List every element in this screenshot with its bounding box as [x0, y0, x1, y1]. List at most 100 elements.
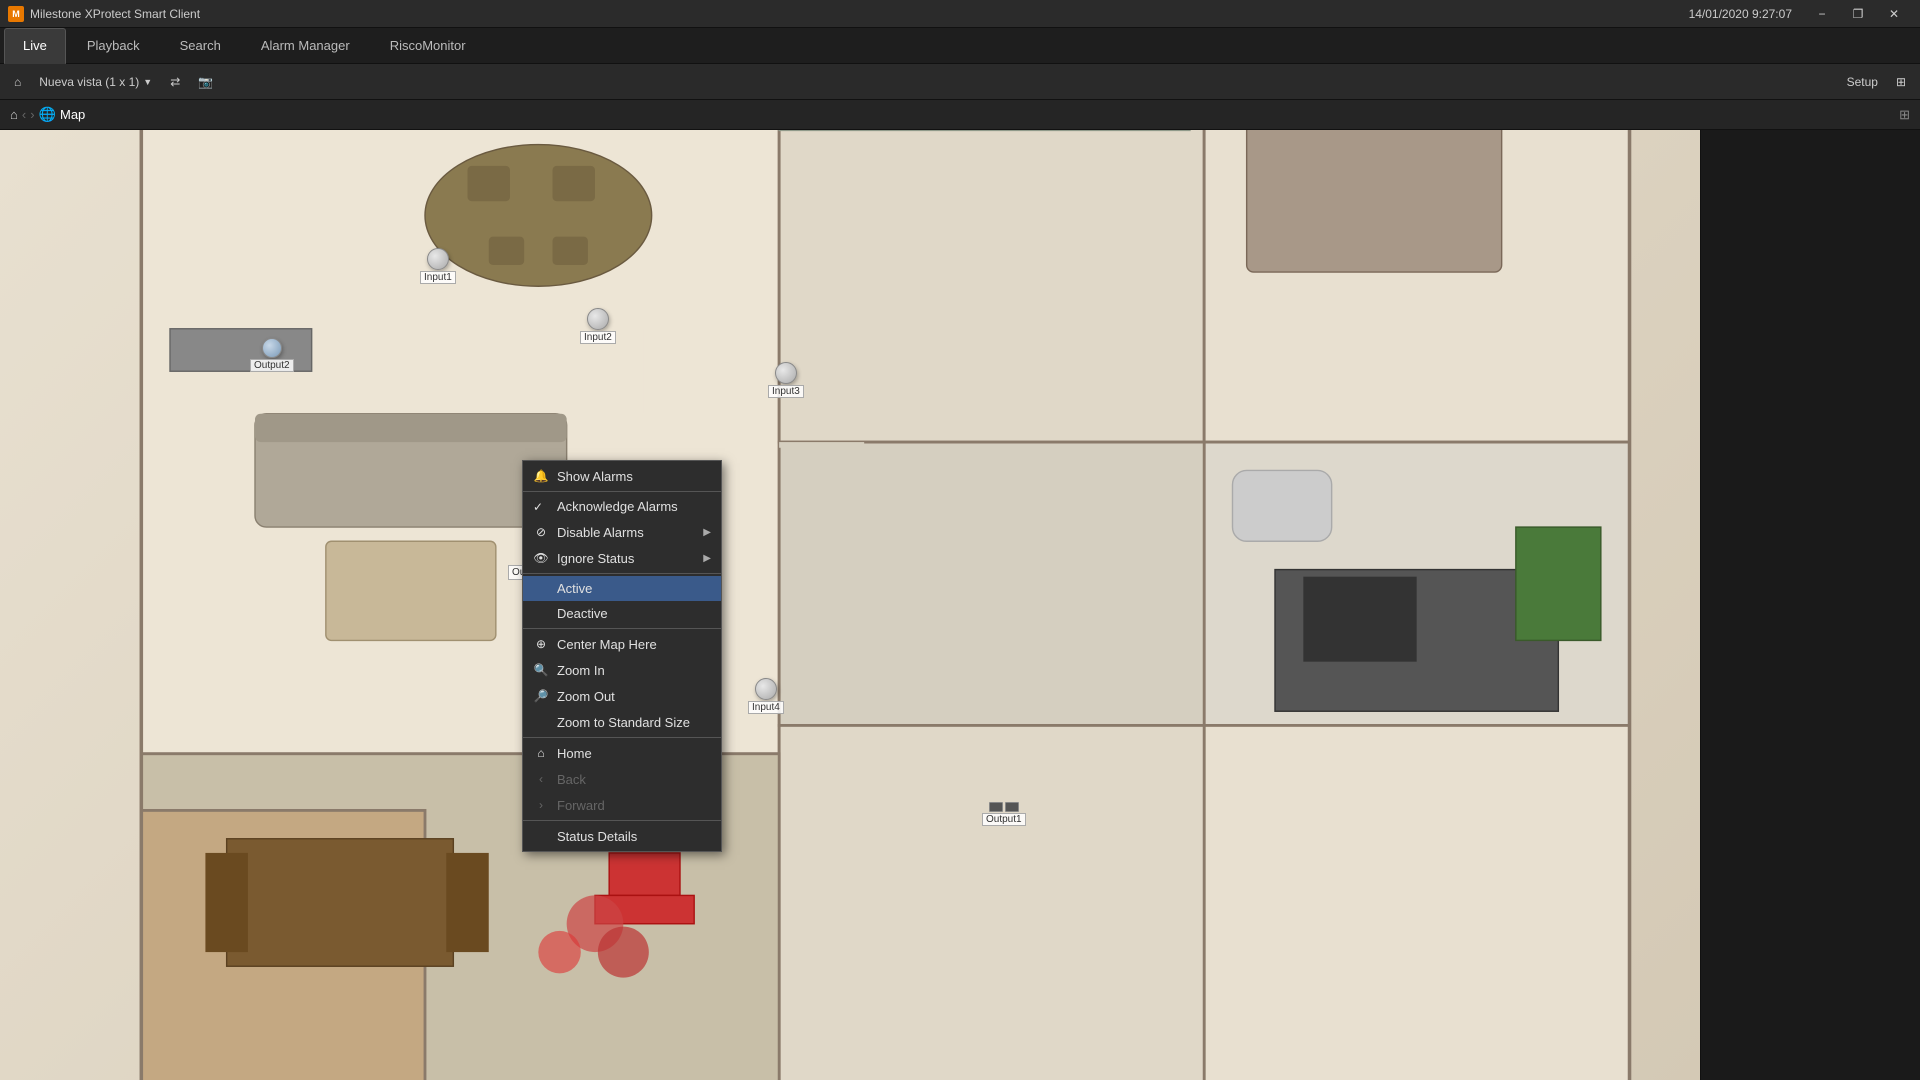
grid-layout-icon[interactable]: ⊞	[1899, 107, 1910, 122]
no-icon2: ✓	[533, 607, 549, 621]
marker-label-input4: Input4	[748, 701, 784, 714]
grid-icon: ⊞	[1896, 75, 1906, 89]
disable-icon: ⊘	[533, 524, 549, 540]
nav-bar: Live Playback Search Alarm Manager Risco…	[0, 28, 1920, 64]
zoom-out-icon: 🔎	[533, 688, 549, 704]
ctx-back[interactable]: ‹ Back	[523, 766, 721, 792]
alarm-icon: 🔔	[533, 468, 549, 484]
ctx-home-label: Home	[557, 746, 592, 761]
no-icon4	[533, 828, 549, 844]
ctx-sep1	[523, 491, 721, 492]
check-icon: ✓	[533, 500, 549, 514]
breadcrumb-right: ⊞	[1899, 107, 1910, 123]
ctx-ignore-label: Ignore Status	[557, 551, 634, 566]
ctx-zoom-in-label: Zoom In	[557, 663, 605, 678]
zoom-in-icon: 🔍	[533, 662, 549, 678]
view-swap-button[interactable]: ⇄	[164, 73, 186, 91]
datetime: 14/01/2020 9:27:07	[1689, 7, 1792, 21]
tab-playback[interactable]: Playback	[68, 28, 159, 64]
floorplan-svg	[0, 130, 1700, 1080]
marker-ball-input1	[427, 248, 449, 270]
ctx-status-details[interactable]: Status Details	[523, 823, 721, 849]
ctx-zoom-in[interactable]: 🔍 Zoom In	[523, 657, 721, 683]
restore-button[interactable]: ❐	[1840, 0, 1876, 28]
crosshair-icon: ⊕	[533, 636, 549, 652]
ctx-sep3	[523, 628, 721, 629]
forward-icon: ›	[533, 797, 549, 813]
ignore-icon: 👁	[533, 550, 549, 566]
marker-output2[interactable]: Output2	[250, 338, 294, 372]
ctx-sep5	[523, 820, 721, 821]
marker-label-input1: Input1	[420, 271, 456, 284]
marker-input3[interactable]: Input3	[768, 362, 804, 398]
ctx-forward-label: Forward	[557, 798, 605, 813]
grid-button[interactable]: ⊞	[1890, 73, 1912, 91]
camera-icon: 📷	[198, 75, 213, 89]
breadcrumb-bar: ⌂ ‹ › 🌐 Map ⊞	[0, 100, 1920, 130]
ctx-show-alarms[interactable]: 🔔 Show Alarms	[523, 463, 721, 489]
ctx-ignore-status[interactable]: 👁 Ignore Status ▶	[523, 545, 721, 571]
ctx-center-map[interactable]: ⊕ Center Map Here	[523, 631, 721, 657]
marker-output1[interactable]: Output1	[982, 802, 1026, 826]
ctx-sep4	[523, 737, 721, 738]
tab-risco[interactable]: RiscoMonitor	[371, 28, 485, 64]
home-view-icon[interactable]: ⌂	[8, 73, 27, 91]
marker-input2[interactable]: Input2	[580, 308, 616, 344]
view-label: Nueva vista (1 x 1)	[39, 75, 139, 89]
ctx-zoom-standard[interactable]: Zoom to Standard Size	[523, 709, 721, 735]
tab-live[interactable]: Live	[4, 28, 66, 64]
map-area[interactable]: Input1 Input2 Input3 Input4 Output1	[0, 130, 1700, 1080]
view-selector[interactable]: Nueva vista (1 x 1) ▼	[33, 73, 158, 91]
ctx-forward[interactable]: › Forward	[523, 792, 721, 818]
swap-icon: ⇄	[170, 75, 180, 89]
breadcrumb-home[interactable]: ⌂	[10, 107, 18, 122]
nav-back[interactable]: ‹	[22, 107, 26, 122]
marker-label-input3: Input3	[768, 385, 804, 398]
marker-input1[interactable]: Input1	[420, 248, 456, 284]
ctx-acknowledge-label: Acknowledge Alarms	[557, 499, 678, 514]
map-background: Input1 Input2 Input3 Input4 Output1	[0, 130, 1700, 1080]
marker-ball-input3	[775, 362, 797, 384]
ctx-home[interactable]: ⌂ Home	[523, 740, 721, 766]
setup-label: Setup	[1847, 75, 1878, 89]
ctx-center-label: Center Map Here	[557, 637, 657, 652]
minimize-button[interactable]: −	[1804, 0, 1840, 28]
tab-alarm-manager[interactable]: Alarm Manager	[242, 28, 369, 64]
camera-button[interactable]: 📷	[192, 73, 219, 91]
ctx-status-label: Status Details	[557, 829, 637, 844]
no-icon3	[533, 714, 549, 730]
marker-label-input2: Input2	[580, 331, 616, 344]
ctx-back-label: Back	[557, 772, 586, 787]
globe-icon: 🌐	[39, 106, 56, 123]
title-text: Milestone XProtect Smart Client	[30, 7, 200, 21]
toolbar-right: Setup ⊞	[1841, 73, 1912, 91]
ctx-disable-alarms[interactable]: ⊘ Disable Alarms ▶	[523, 519, 721, 545]
arrow-icon2: ▶	[703, 553, 711, 564]
back-icon: ‹	[533, 771, 549, 787]
ctx-active[interactable]: ✓ Active	[523, 576, 721, 601]
ctx-deactive-label: Deactive	[557, 606, 608, 621]
title-bar: M Milestone XProtect Smart Client 14/01/…	[0, 0, 1920, 28]
map-label: Map	[60, 107, 85, 122]
no-icon: ✓	[533, 582, 549, 596]
marker-ball-input4	[755, 678, 777, 700]
marker-ball-input2	[587, 308, 609, 330]
marker-ball-output2	[262, 338, 282, 358]
ctx-zoom-out[interactable]: 🔎 Zoom Out	[523, 683, 721, 709]
ctx-zoom-out-label: Zoom Out	[557, 689, 615, 704]
ctx-deactive[interactable]: ✓ Deactive	[523, 601, 721, 626]
marker-input4[interactable]: Input4	[748, 678, 784, 714]
dropdown-icon: ▼	[143, 77, 152, 87]
toolbar: ⌂ Nueva vista (1 x 1) ▼ ⇄ 📷 Setup ⊞	[0, 64, 1920, 100]
ctx-sep2	[523, 573, 721, 574]
nav-forward[interactable]: ›	[30, 107, 34, 122]
marker-label-output1: Output1	[982, 813, 1026, 826]
arrow-icon: ▶	[703, 527, 711, 538]
setup-button[interactable]: Setup	[1841, 73, 1884, 91]
tab-search[interactable]: Search	[161, 28, 240, 64]
ctx-zoom-standard-label: Zoom to Standard Size	[557, 715, 690, 730]
ctx-acknowledge-alarms[interactable]: ✓ Acknowledge Alarms	[523, 494, 721, 519]
right-panel	[1700, 130, 1920, 1080]
context-menu: 🔔 Show Alarms ✓ Acknowledge Alarms ⊘ Dis…	[522, 460, 722, 852]
close-button[interactable]: ✕	[1876, 0, 1912, 28]
